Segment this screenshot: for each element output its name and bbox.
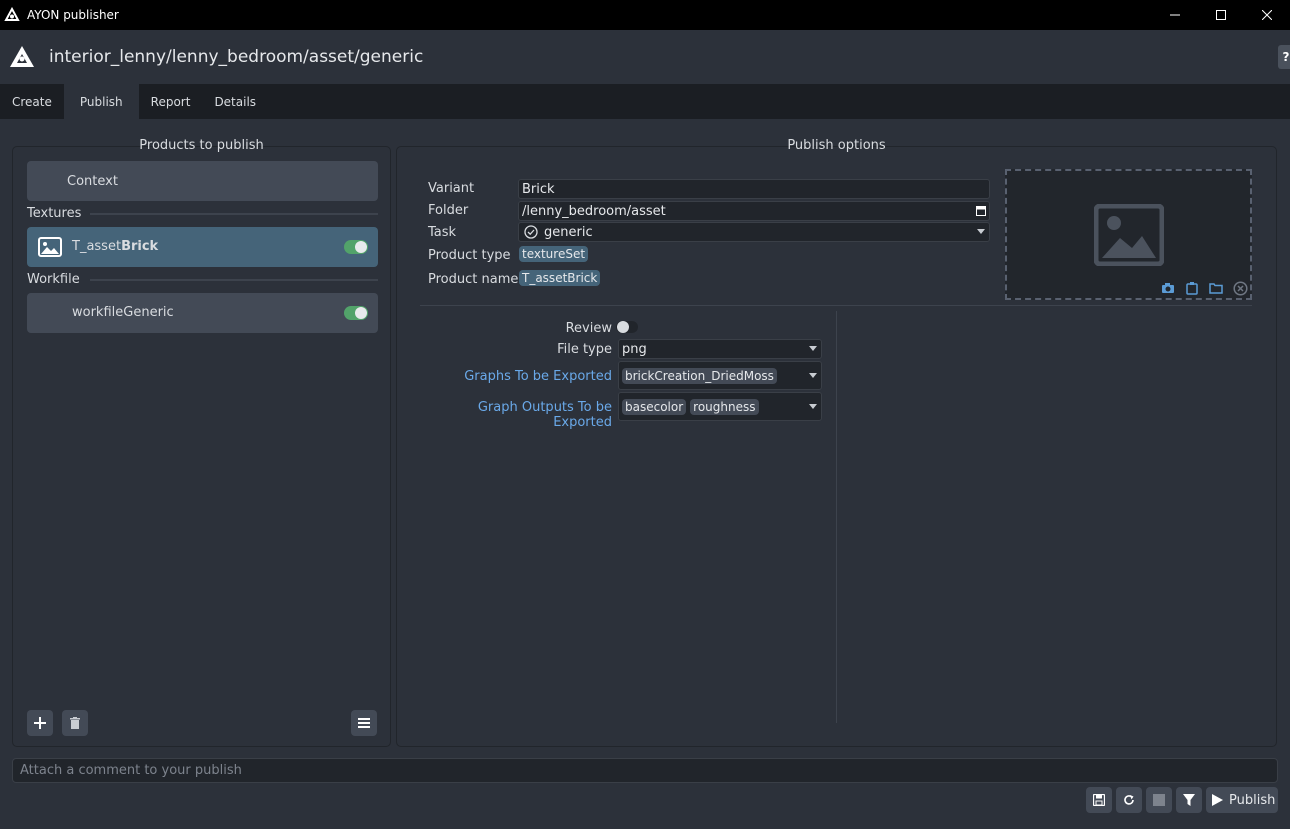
tab-publish[interactable]: Publish — [63, 84, 139, 119]
options-vertical-divider — [836, 311, 837, 723]
menu-icon — [358, 718, 370, 728]
context-path: interior_lenny/lenny_bedroom/asset/gener… — [49, 47, 424, 67]
context-header: interior_lenny/lenny_bedroom/asset/gener… — [0, 30, 1290, 84]
close-icon — [1262, 10, 1272, 20]
close-button[interactable] — [1244, 0, 1290, 30]
tab-details[interactable]: Details — [202, 84, 268, 119]
refresh-icon — [1124, 795, 1134, 805]
chevron-down-icon — [977, 229, 985, 234]
trash-icon — [70, 717, 80, 729]
variant-value: Brick — [522, 181, 555, 197]
file-type-value: png — [622, 341, 647, 357]
task-combobox[interactable]: generic — [518, 222, 990, 242]
window-title: AYON publisher — [27, 8, 119, 22]
folder-input[interactable]: /lenny_bedroom/asset — [518, 201, 990, 221]
refresh-button[interactable] — [1116, 787, 1142, 813]
product-name-chip: T_assetBrick — [519, 270, 601, 286]
publish-options-title: Publish options — [787, 138, 886, 153]
products-panel: Products to publish Context Textures T_a… — [12, 138, 391, 747]
products-panel-title: Products to publish — [139, 138, 264, 153]
graph-chip: brickCreation_DriedMoss — [622, 367, 777, 384]
product-item-t-asset-brick[interactable]: T_assetBrick — [27, 227, 378, 267]
folder-label: Folder — [428, 203, 469, 218]
window-titlebar: AYON publisher — [0, 0, 1290, 30]
ayon-app-icon — [4, 7, 20, 21]
context-item-label: Context — [67, 173, 118, 189]
output-chip: roughness — [690, 398, 759, 415]
group-divider — [90, 213, 378, 215]
clear-icon[interactable] — [1233, 281, 1248, 296]
file-type-combobox[interactable]: png — [618, 339, 822, 359]
paste-icon[interactable] — [1185, 281, 1199, 295]
product-enable-toggle[interactable] — [344, 306, 368, 320]
play-icon — [1212, 794, 1223, 806]
variant-input[interactable]: Brick — [518, 179, 990, 199]
save-button[interactable] — [1086, 787, 1112, 813]
product-type-label: Product type — [428, 248, 511, 263]
filter-icon — [1183, 794, 1195, 806]
maximize-icon — [1216, 10, 1226, 20]
filter-button[interactable] — [1176, 787, 1202, 813]
options-divider — [420, 305, 1252, 306]
task-status-icon — [524, 225, 538, 239]
folder-browse-icon[interactable] — [976, 206, 986, 216]
stop-button[interactable] — [1146, 787, 1172, 813]
folder-icon[interactable] — [1209, 281, 1223, 295]
publish-button-label: Publish — [1229, 792, 1276, 808]
graphs-label: Graphs To be Exported — [464, 369, 612, 384]
product-enable-toggle[interactable] — [344, 240, 368, 254]
product-item-label: workfileGeneric — [72, 305, 174, 320]
outputs-label: Graph Outputs To be Exported — [477, 400, 612, 430]
chevron-down-icon — [809, 346, 817, 351]
file-type-label: File type — [557, 342, 612, 357]
maximize-button[interactable] — [1198, 0, 1244, 30]
thumbnail-widget[interactable] — [1005, 169, 1252, 300]
product-item-label: T_assetBrick — [72, 239, 159, 254]
task-value: generic — [544, 224, 593, 240]
minimize-button[interactable] — [1152, 0, 1198, 30]
ayon-logo-icon — [10, 46, 34, 67]
main-tabs: Create Publish Report Details — [0, 84, 1290, 119]
tab-report[interactable]: Report — [139, 84, 203, 119]
review-label: Review — [565, 321, 612, 336]
plus-icon — [34, 717, 46, 729]
chevron-down-icon — [809, 373, 817, 378]
publish-button[interactable]: Publish — [1206, 787, 1278, 813]
product-item-workfile-generic[interactable]: workfileGeneric — [27, 293, 378, 333]
comment-input[interactable]: Attach a comment to your publish — [12, 758, 1278, 783]
outputs-multiselect[interactable]: basecolor roughness — [618, 392, 822, 421]
tab-create[interactable]: Create — [0, 84, 64, 119]
output-chip: basecolor — [622, 398, 687, 415]
add-product-button[interactable] — [27, 710, 53, 736]
task-label: Task — [428, 225, 457, 240]
variant-label: Variant — [428, 181, 475, 196]
save-icon — [1093, 794, 1105, 806]
products-menu-button[interactable] — [351, 710, 377, 736]
product-type-chip: textureSet — [519, 246, 589, 262]
minimize-icon — [1170, 14, 1180, 16]
help-button[interactable]: ? — [1278, 45, 1290, 69]
chevron-down-icon — [809, 404, 817, 409]
group-label-textures: Textures — [27, 206, 82, 221]
product-name-label: Product name — [428, 272, 519, 287]
review-toggle[interactable] — [616, 321, 638, 333]
delete-product-button[interactable] — [62, 710, 88, 736]
camera-icon[interactable] — [1161, 281, 1175, 295]
group-label-workfile: Workfile — [27, 272, 80, 287]
stop-icon — [1153, 794, 1165, 806]
image-placeholder-icon — [1094, 204, 1164, 266]
image-icon — [38, 237, 62, 257]
group-divider — [90, 279, 378, 281]
folder-value: /lenny_bedroom/asset — [522, 203, 666, 219]
graphs-multiselect[interactable]: brickCreation_DriedMoss — [618, 361, 822, 390]
context-item[interactable]: Context — [27, 161, 378, 201]
